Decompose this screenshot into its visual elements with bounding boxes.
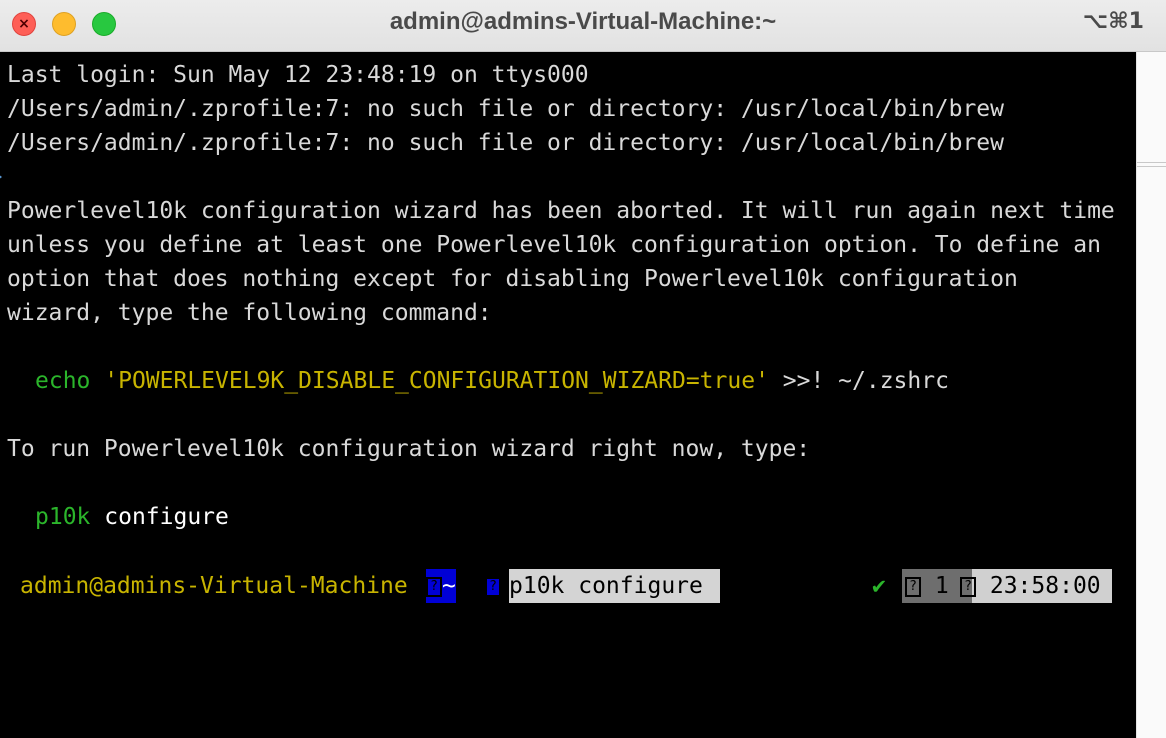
output-line: wizard, type the following command: xyxy=(7,300,492,326)
echo-keyword: echo xyxy=(35,368,91,394)
status-ok-icon: ✔ xyxy=(872,573,886,599)
prompt-dir: ~ xyxy=(442,573,456,599)
prompt-separator: ? xyxy=(485,569,501,603)
p10k-keyword: p10k xyxy=(35,504,91,530)
prompt-time: 23:58:00 xyxy=(989,573,1101,599)
window-title: admin@admins-Virtual-Machine:~ xyxy=(389,8,777,35)
echo-command-line: echo 'POWERLEVEL9K_DISABLE_CONFIGURATION… xyxy=(35,364,949,398)
missing-glyph-icon: ? xyxy=(905,576,921,597)
p10k-arg: configure xyxy=(104,504,229,530)
output-line: To run Powerlevel10k configuration wizar… xyxy=(7,436,811,462)
time-segment: ? 23:58:00 xyxy=(960,569,1112,603)
prompt-dir-segment: ? ~ xyxy=(426,569,456,603)
output-line: Last login: Sun May 12 23:48:19 on ttys0… xyxy=(7,62,589,88)
scroll-thumb[interactable] xyxy=(1137,162,1166,167)
window-shortcut: ⌥⌘1 xyxy=(1082,9,1144,34)
scrollbar[interactable] xyxy=(1136,52,1166,738)
prompt-user-host: admin@admins-Virtual-Machine xyxy=(20,573,408,599)
missing-glyph-icon: ? xyxy=(426,576,442,597)
command-input[interactable]: p10k configure xyxy=(509,569,720,603)
p10k-command-line: p10k configure xyxy=(35,500,229,534)
missing-glyph-icon: ? xyxy=(485,576,501,597)
terminal-output[interactable]: Last login: Sun May 12 23:48:19 on ttys0… xyxy=(0,52,1136,738)
terminal-window: × admin@admins-Virtual-Machine:~ ⌥⌘1 Las… xyxy=(0,0,1166,738)
missing-glyph-icon: ? xyxy=(960,576,976,597)
output-line: unless you define at least one Powerleve… xyxy=(7,232,1101,258)
output-line: /Users/admin/.zprofile:7: no such file o… xyxy=(7,130,1004,156)
output-line: /Users/admin/.zprofile:7: no such file o… xyxy=(7,96,1004,122)
echo-string: 'POWERLEVEL9K_DISABLE_CONFIGURATION_WIZA… xyxy=(104,368,769,394)
mark-indicator-icon xyxy=(0,170,2,184)
echo-redirect: >>! ~/.zshrc xyxy=(768,368,949,394)
output-line: Powerlevel10k configuration wizard has b… xyxy=(7,198,1115,224)
output-line: option that does nothing except for disa… xyxy=(7,266,1018,292)
title-bar[interactable]: × admin@admins-Virtual-Machine:~ ⌥⌘1 xyxy=(0,0,1166,52)
jobs-count: 1 xyxy=(934,573,949,599)
